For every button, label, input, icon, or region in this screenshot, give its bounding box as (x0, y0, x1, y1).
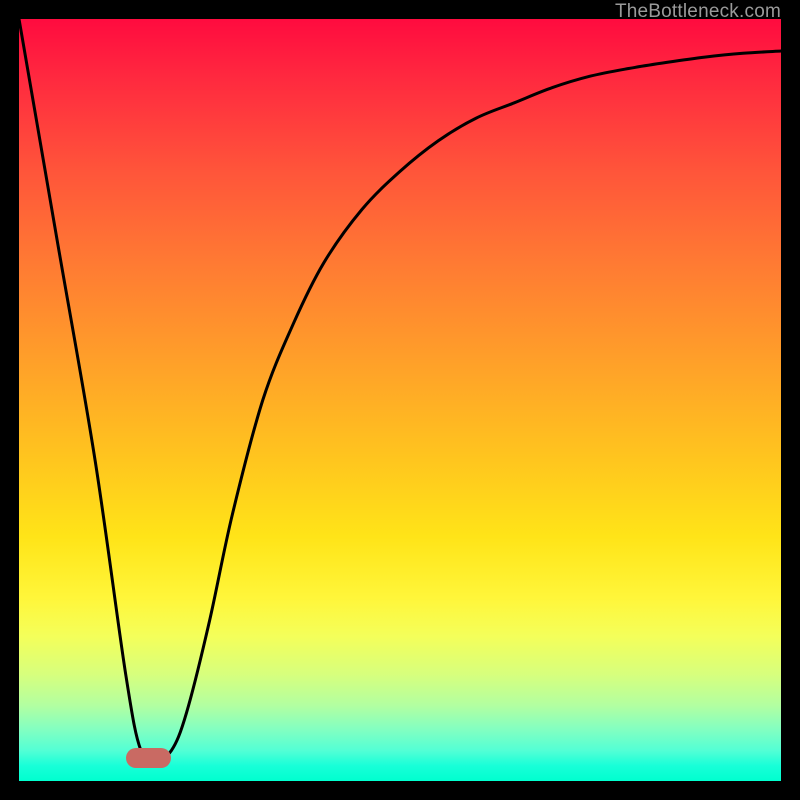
minimum-marker (126, 748, 172, 768)
chart-frame: TheBottleneck.com (19, 19, 781, 781)
curve-svg (19, 19, 781, 781)
bottleneck-curve (19, 19, 781, 760)
